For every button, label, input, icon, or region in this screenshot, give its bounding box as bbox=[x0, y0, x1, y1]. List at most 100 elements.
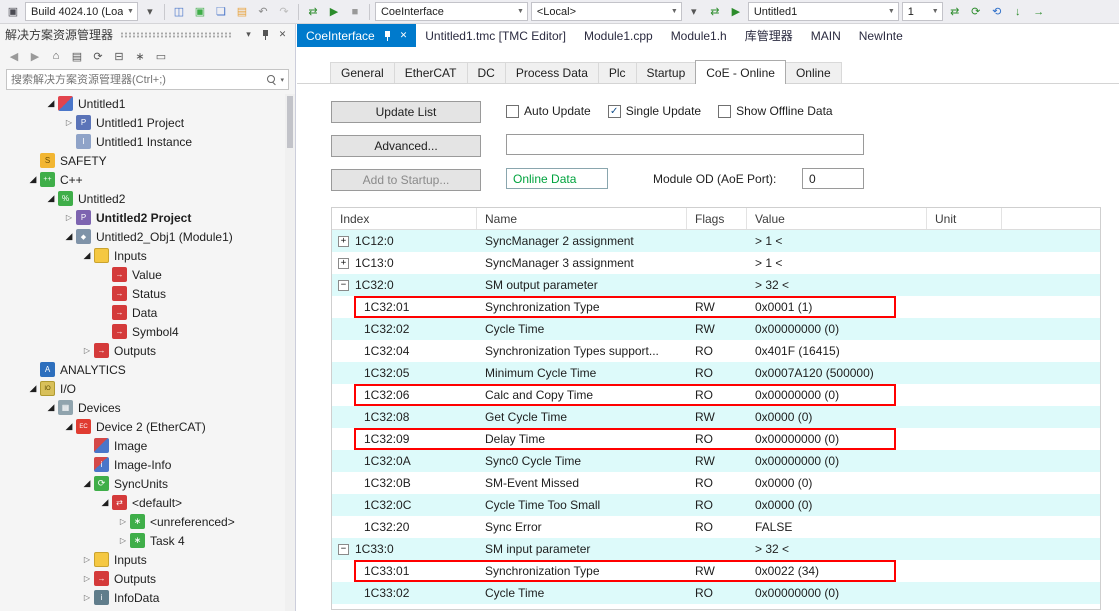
chevron-down-icon[interactable]: ▾ bbox=[685, 3, 703, 21]
scrollbar-thumb[interactable] bbox=[287, 96, 293, 148]
twisty-icon[interactable]: ◢ bbox=[62, 421, 76, 432]
document-tab-module1-cpp[interactable]: Module1.cpp bbox=[575, 24, 662, 47]
tab-plc[interactable]: Plc bbox=[597, 62, 637, 83]
tree-item-default[interactable]: ◢ <default> bbox=[0, 493, 285, 512]
tree-item-untitled1-instance[interactable]: Untitled1 Instance bbox=[0, 132, 285, 151]
twisty-icon[interactable]: ▷ bbox=[80, 574, 94, 583]
twisty-icon[interactable]: ◢ bbox=[26, 174, 40, 185]
close-icon[interactable]: ✕ bbox=[275, 27, 290, 42]
pending-changes-filter-icon[interactable]: ▤ bbox=[69, 48, 85, 64]
twisty-icon[interactable]: ▷ bbox=[80, 346, 94, 355]
preview-selected-icon[interactable]: ▭ bbox=[153, 48, 169, 64]
column-header-name[interactable]: Name bbox=[477, 208, 687, 229]
config-mode-icon[interactable]: ⟲ bbox=[988, 3, 1006, 21]
table-row-1c32-0c[interactable]: 1C32:0C Cycle Time Too Small RO 0x0000 (0) bbox=[332, 494, 1100, 516]
tree-item-untitled1-project[interactable]: ▷ Untitled1 Project bbox=[0, 113, 285, 132]
column-header-flags[interactable]: Flags bbox=[687, 208, 747, 229]
undo-icon[interactable]: ↶ bbox=[254, 3, 272, 21]
tree-item-unreferenced[interactable]: ▷ <unreferenced> bbox=[0, 512, 285, 531]
tree-item-untitled1[interactable]: ◢ Untitled1 bbox=[0, 94, 285, 113]
toggle-run-mode-icon[interactable]: ⇄ bbox=[946, 3, 964, 21]
tree-item-untitled2-obj1-module1[interactable]: ◢ Untitled2_Obj1 (Module1) bbox=[0, 227, 285, 246]
port-combo[interactable]: 1 ▼ bbox=[901, 2, 943, 21]
update-list-button[interactable]: Update List bbox=[331, 101, 481, 123]
tree-item-device-2-ethercat[interactable]: ◢ Device 2 (EtherCAT) bbox=[0, 417, 285, 436]
play-icon[interactable]: ▶ bbox=[727, 3, 745, 21]
collapse-icon[interactable]: − bbox=[338, 279, 349, 291]
tree-item-status[interactable]: Status bbox=[0, 284, 285, 303]
tab-online[interactable]: Online bbox=[784, 62, 842, 83]
twisty-icon[interactable]: ▷ bbox=[62, 118, 76, 127]
table-row-1c12-0[interactable]: +1C12:0 SyncManager 2 assignment > 1 < bbox=[332, 230, 1100, 252]
tree-item-safety[interactable]: SAFETY bbox=[0, 151, 285, 170]
tab-process-data[interactable]: Process Data bbox=[504, 62, 599, 83]
twisty-icon[interactable]: ◢ bbox=[62, 231, 76, 242]
table-row-1c33-01[interactable]: 1C33:01 Synchronization Type RW 0x0022 (34) bbox=[332, 560, 1100, 582]
document-tab-item[interactable]: 库管理器 bbox=[736, 24, 802, 47]
add-to-startup-button[interactable]: Add to Startup... bbox=[331, 169, 481, 191]
search-input[interactable] bbox=[7, 73, 267, 86]
tree-item-task-4[interactable]: ▷ Task 4 bbox=[0, 531, 285, 550]
step-icon[interactable]: → bbox=[1030, 3, 1048, 21]
table-row-1c32-0b[interactable]: 1C32:0B SM-Event Missed RO 0x0000 (0) bbox=[332, 472, 1100, 494]
tree-item-symbol4[interactable]: Symbol4 bbox=[0, 322, 285, 341]
tab-startup[interactable]: Startup bbox=[635, 62, 697, 83]
twisty-icon[interactable]: ◢ bbox=[44, 98, 58, 109]
restart-twincat-icon[interactable]: ⟳ bbox=[967, 3, 985, 21]
expand-icon[interactable]: + bbox=[338, 235, 349, 247]
table-row-1c33-0[interactable]: −1C33:0 SM input parameter > 32 < bbox=[332, 538, 1100, 560]
document-tab-main[interactable]: MAIN bbox=[802, 24, 850, 47]
window-icon[interactable]: ❏ bbox=[212, 3, 230, 21]
column-header-value[interactable]: Value bbox=[747, 208, 927, 229]
tree-item-i-o[interactable]: ◢ I/O bbox=[0, 379, 285, 398]
tree-item-data[interactable]: Data bbox=[0, 303, 285, 322]
table-row-1c32-0a[interactable]: 1C32:0A Sync0 Cycle Time RW 0x00000000 (0) bbox=[332, 450, 1100, 472]
document-tab-newinte[interactable]: NewInte bbox=[850, 24, 912, 47]
download-icon[interactable]: ↓ bbox=[1009, 3, 1027, 21]
twisty-icon[interactable]: ◢ bbox=[26, 383, 40, 394]
checkbox-auto-update[interactable]: Auto Update bbox=[506, 104, 591, 118]
table-row-1c33-02[interactable]: 1C33:02 Cycle Time RO 0x00000000 (0) bbox=[332, 582, 1100, 604]
search-icon[interactable] bbox=[266, 74, 278, 86]
pin-icon[interactable] bbox=[258, 27, 273, 42]
tree-scrollbar[interactable] bbox=[285, 94, 295, 611]
tree-item-analytics[interactable]: ANALYTICS bbox=[0, 360, 285, 379]
tab-general[interactable]: General bbox=[330, 62, 395, 83]
home-icon[interactable]: ⌂ bbox=[48, 48, 64, 64]
table-row-1c32-04[interactable]: 1C32:04 Synchronization Types support... R… bbox=[332, 340, 1100, 362]
twisty-icon[interactable]: ◢ bbox=[44, 402, 58, 413]
table-row-1c32-0[interactable]: −1C32:0 SM output parameter > 32 < bbox=[332, 274, 1100, 296]
table-row-1c32-06[interactable]: 1C32:06 Calc and Copy Time RO 0x00000000 (0… bbox=[332, 384, 1100, 406]
twisty-icon[interactable]: ◢ bbox=[44, 193, 58, 204]
chevron-down-icon[interactable]: ▾ bbox=[241, 27, 256, 42]
twisty-icon[interactable]: ◢ bbox=[80, 478, 94, 489]
collapse-all-icon[interactable]: ⊟ bbox=[111, 48, 127, 64]
table-row-1c32-09[interactable]: 1C32:09 Delay Time RO 0x00000000 (0) bbox=[332, 428, 1100, 450]
twisty-icon[interactable]: ▷ bbox=[80, 593, 94, 602]
checkbox-show-offline-data[interactable]: Show Offline Data bbox=[718, 104, 833, 118]
column-header-index[interactable]: Index bbox=[332, 208, 477, 229]
tree-item-infodata[interactable]: ▷ InfoData bbox=[0, 588, 285, 607]
properties-icon[interactable]: ∗ bbox=[132, 48, 148, 64]
search-options-chevron-icon[interactable]: ▾ bbox=[278, 76, 288, 84]
twisty-icon[interactable]: ▷ bbox=[116, 536, 130, 545]
build-combo[interactable]: Build 4024.10 (Loaded ▼ bbox=[25, 2, 138, 21]
palette-icon[interactable]: ▤ bbox=[233, 3, 251, 21]
twisty-icon[interactable]: ◢ bbox=[80, 250, 94, 261]
stop-icon[interactable]: ■ bbox=[346, 3, 364, 21]
screenshot-icon[interactable]: ▣ bbox=[191, 3, 209, 21]
tree-item-untitled2-project[interactable]: ▷ Untitled2 Project bbox=[0, 208, 285, 227]
target-system-combo[interactable]: <Local> ▼ bbox=[530, 2, 682, 21]
twisty-icon[interactable]: ▷ bbox=[116, 517, 130, 526]
attach-icon[interactable]: ⇄ bbox=[304, 3, 322, 21]
tree-item-image-info[interactable]: Image-Info bbox=[0, 455, 285, 474]
table-row-1c32-20[interactable]: 1C32:20 Sync Error RO FALSE bbox=[332, 516, 1100, 538]
solution-configurations-combo[interactable]: CoeInterface ▼ bbox=[374, 2, 528, 21]
tree-item-image[interactable]: Image bbox=[0, 436, 285, 455]
coe-value-input[interactable] bbox=[506, 134, 864, 155]
advanced-button[interactable]: Advanced... bbox=[331, 135, 481, 157]
table-row-1c13-0[interactable]: +1C13:0 SyncManager 3 assignment > 1 < bbox=[332, 252, 1100, 274]
startup-project-combo[interactable]: Untitled1 ▼ bbox=[747, 2, 899, 21]
tree-item-outputs[interactable]: ▷ Outputs bbox=[0, 341, 285, 360]
tab-ethercat[interactable]: EtherCAT bbox=[393, 62, 468, 83]
